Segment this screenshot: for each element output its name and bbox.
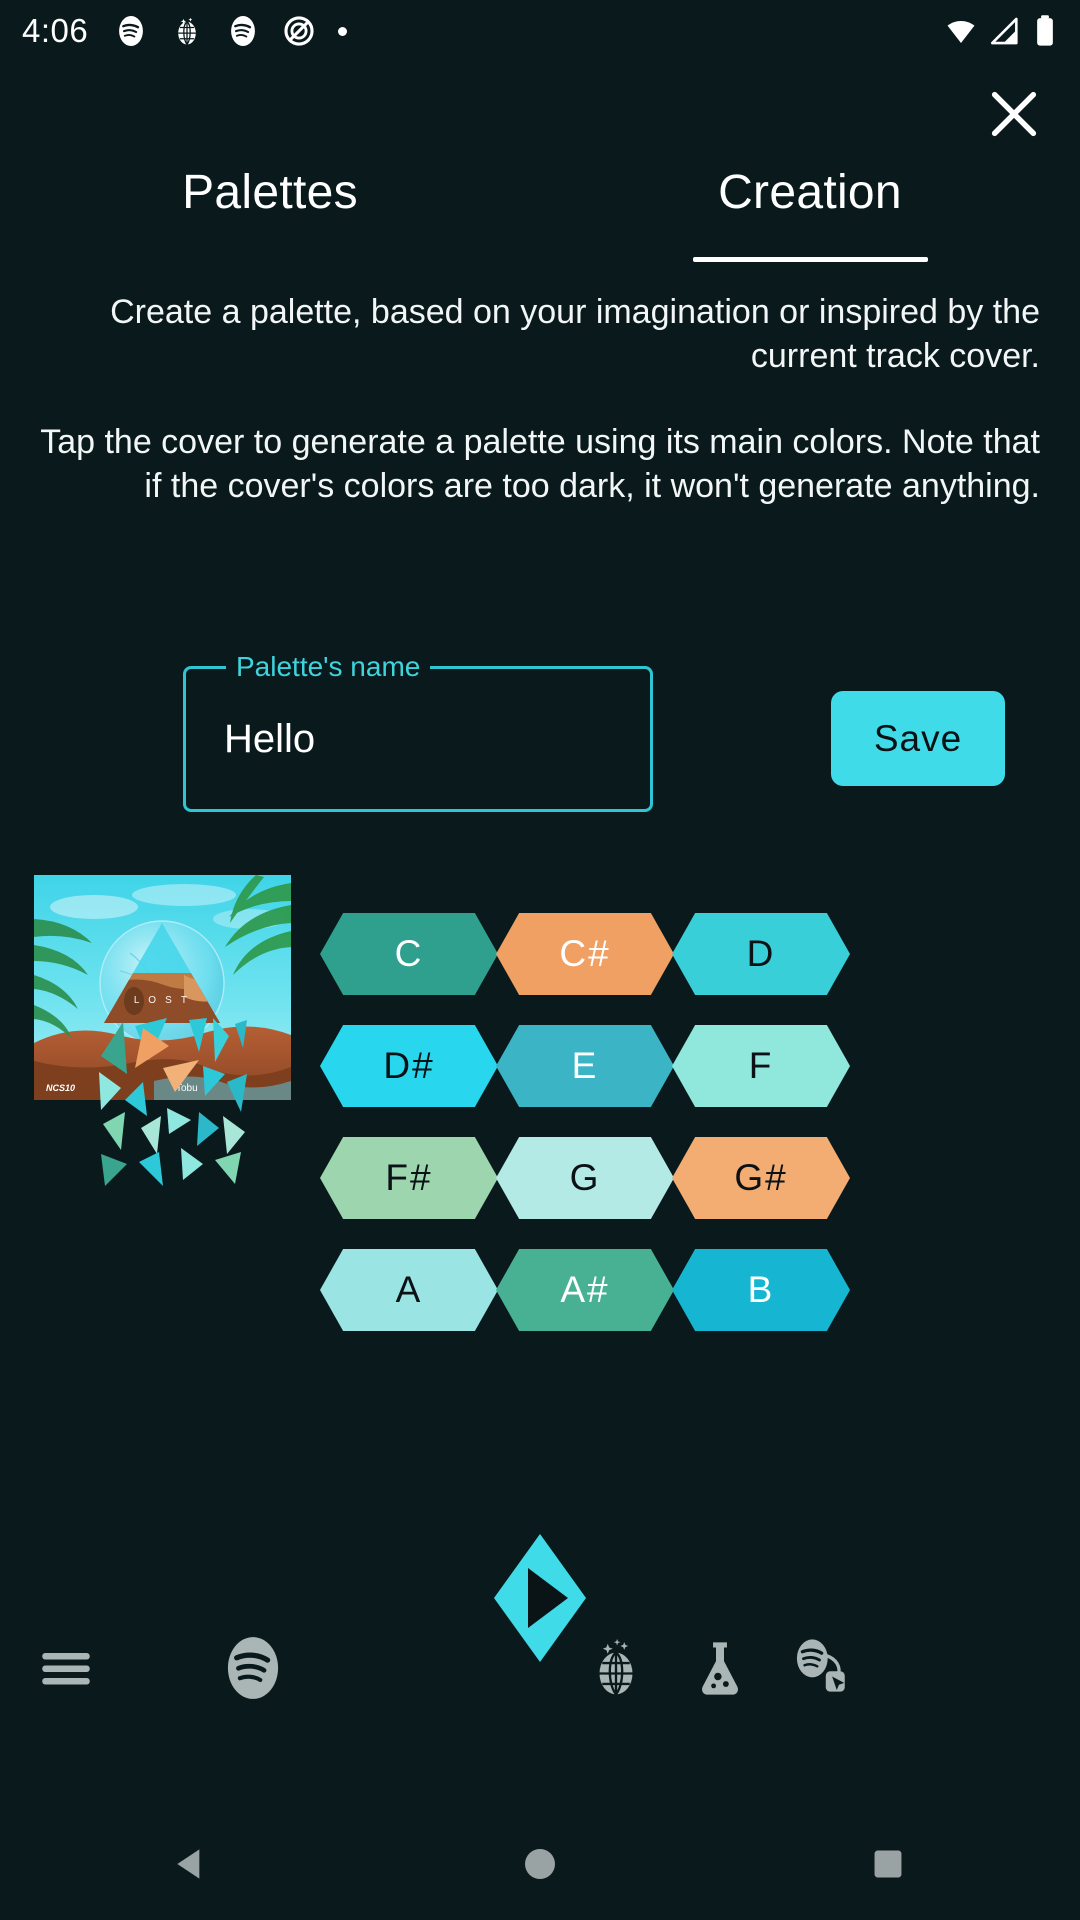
description-paragraph-2: Tap the cover to generate a palette usin… <box>40 423 1040 505</box>
dot-icon <box>338 26 348 36</box>
tab-creation[interactable]: Creation <box>540 165 1080 265</box>
spotify-icon <box>231 15 256 47</box>
svg-text:L O S T: L O S T <box>134 995 190 1006</box>
bottom-navigation-bar <box>0 1620 1080 1740</box>
palette-name-value: Hello <box>224 716 316 761</box>
note-label-Cs: C# <box>559 933 611 974</box>
note-label-G: G <box>569 1157 601 1198</box>
note-row-1: C C# D <box>320 913 1080 995</box>
hamburger-menu-icon <box>42 1653 90 1685</box>
note-hex-B[interactable]: B <box>672 1249 850 1331</box>
note-hex-Ds[interactable]: D# <box>320 1025 498 1107</box>
note-row-3: F# G G# <box>320 1137 1080 1219</box>
description-block: Create a palette, based on your imaginat… <box>0 290 1080 508</box>
note-hex-F[interactable]: F <box>672 1025 850 1107</box>
spotify-icon <box>119 15 144 47</box>
tab-bar: Palettes Creation <box>0 165 1080 265</box>
note-label-B: B <box>747 1269 775 1310</box>
description-paragraph-1: Create a palette, based on your imaginat… <box>110 293 1040 375</box>
android-back-button[interactable] <box>166 1838 218 1890</box>
close-icon <box>991 91 1037 137</box>
note-hex-Cs[interactable]: C# <box>496 913 674 995</box>
spotify-cursor-icon <box>796 1639 845 1692</box>
tab-palettes[interactable]: Palettes <box>0 165 540 265</box>
nav-disco-button[interactable] <box>568 1620 664 1716</box>
note-label-A: A <box>395 1269 423 1310</box>
note-hex-Fs[interactable]: F# <box>320 1137 498 1219</box>
status-bar-notification-icons <box>114 14 348 48</box>
cellular-signal-icon <box>990 17 1018 45</box>
disco-ball-icon <box>599 1638 633 1696</box>
note-label-Ds: D# <box>383 1045 435 1086</box>
note-hexagon-grid: C C# D D# E F F# G G# A A# B <box>320 913 1080 1331</box>
note-hex-As[interactable]: A# <box>496 1249 674 1331</box>
note-hex-G[interactable]: G <box>496 1137 674 1219</box>
tab-active-indicator <box>692 257 928 262</box>
palette-name-input[interactable]: Palette's name Hello <box>183 650 653 812</box>
no-entry-icon <box>284 16 314 46</box>
note-hex-D[interactable]: D <box>672 913 850 995</box>
nav-lab-button[interactable] <box>672 1620 768 1716</box>
android-recents-button[interactable] <box>862 1838 914 1890</box>
note-row-4: A A# B <box>320 1249 1080 1331</box>
recents-square-icon <box>874 1850 902 1878</box>
spotify-icon <box>227 1637 279 1699</box>
save-button-label: Save <box>873 717 963 759</box>
nav-spotify-cursor-button[interactable] <box>772 1620 868 1716</box>
tab-creation-label: Creation <box>718 166 902 219</box>
note-hex-Gs[interactable]: G# <box>672 1137 850 1219</box>
note-label-F: F <box>748 1045 774 1086</box>
note-hex-A[interactable]: A <box>320 1249 498 1331</box>
status-bar: 4:06 <box>0 0 1080 62</box>
note-label-E: E <box>571 1045 599 1086</box>
wifi-icon <box>947 20 975 44</box>
back-triangle-icon <box>177 1849 200 1879</box>
save-button[interactable]: Save <box>831 691 1005 786</box>
album-cover-label: NCS10 <box>46 1083 75 1093</box>
nav-spotify-button[interactable] <box>205 1620 301 1716</box>
note-hex-E[interactable]: E <box>496 1025 674 1107</box>
note-label-C: C <box>394 933 424 974</box>
palette-preview-triangles <box>99 1018 247 1186</box>
flask-icon <box>702 1642 738 1695</box>
battery-icon <box>1037 15 1053 46</box>
palette-preview <box>95 1012 265 1192</box>
note-label-As: A# <box>560 1269 610 1310</box>
home-circle-icon <box>525 1849 555 1879</box>
nav-menu-button[interactable] <box>18 1620 114 1716</box>
status-bar-time: 4:06 <box>22 12 89 49</box>
note-hex-C[interactable]: C <box>320 913 498 995</box>
android-navigation-bar <box>0 1808 1080 1920</box>
note-label-Gs: G# <box>734 1157 788 1198</box>
note-row-2: D# E F <box>320 1025 1080 1107</box>
note-label-Fs: F# <box>385 1157 433 1198</box>
android-home-button[interactable] <box>514 1838 566 1890</box>
close-button[interactable] <box>978 78 1050 150</box>
note-label-D: D <box>746 933 776 974</box>
disco-ball-icon <box>178 17 197 45</box>
palette-name-row: Palette's name Hello Save <box>0 650 1080 816</box>
status-bar-system-icons <box>944 14 1058 48</box>
tab-palettes-label: Palettes <box>182 166 358 219</box>
palette-name-label: Palette's name <box>226 650 431 684</box>
